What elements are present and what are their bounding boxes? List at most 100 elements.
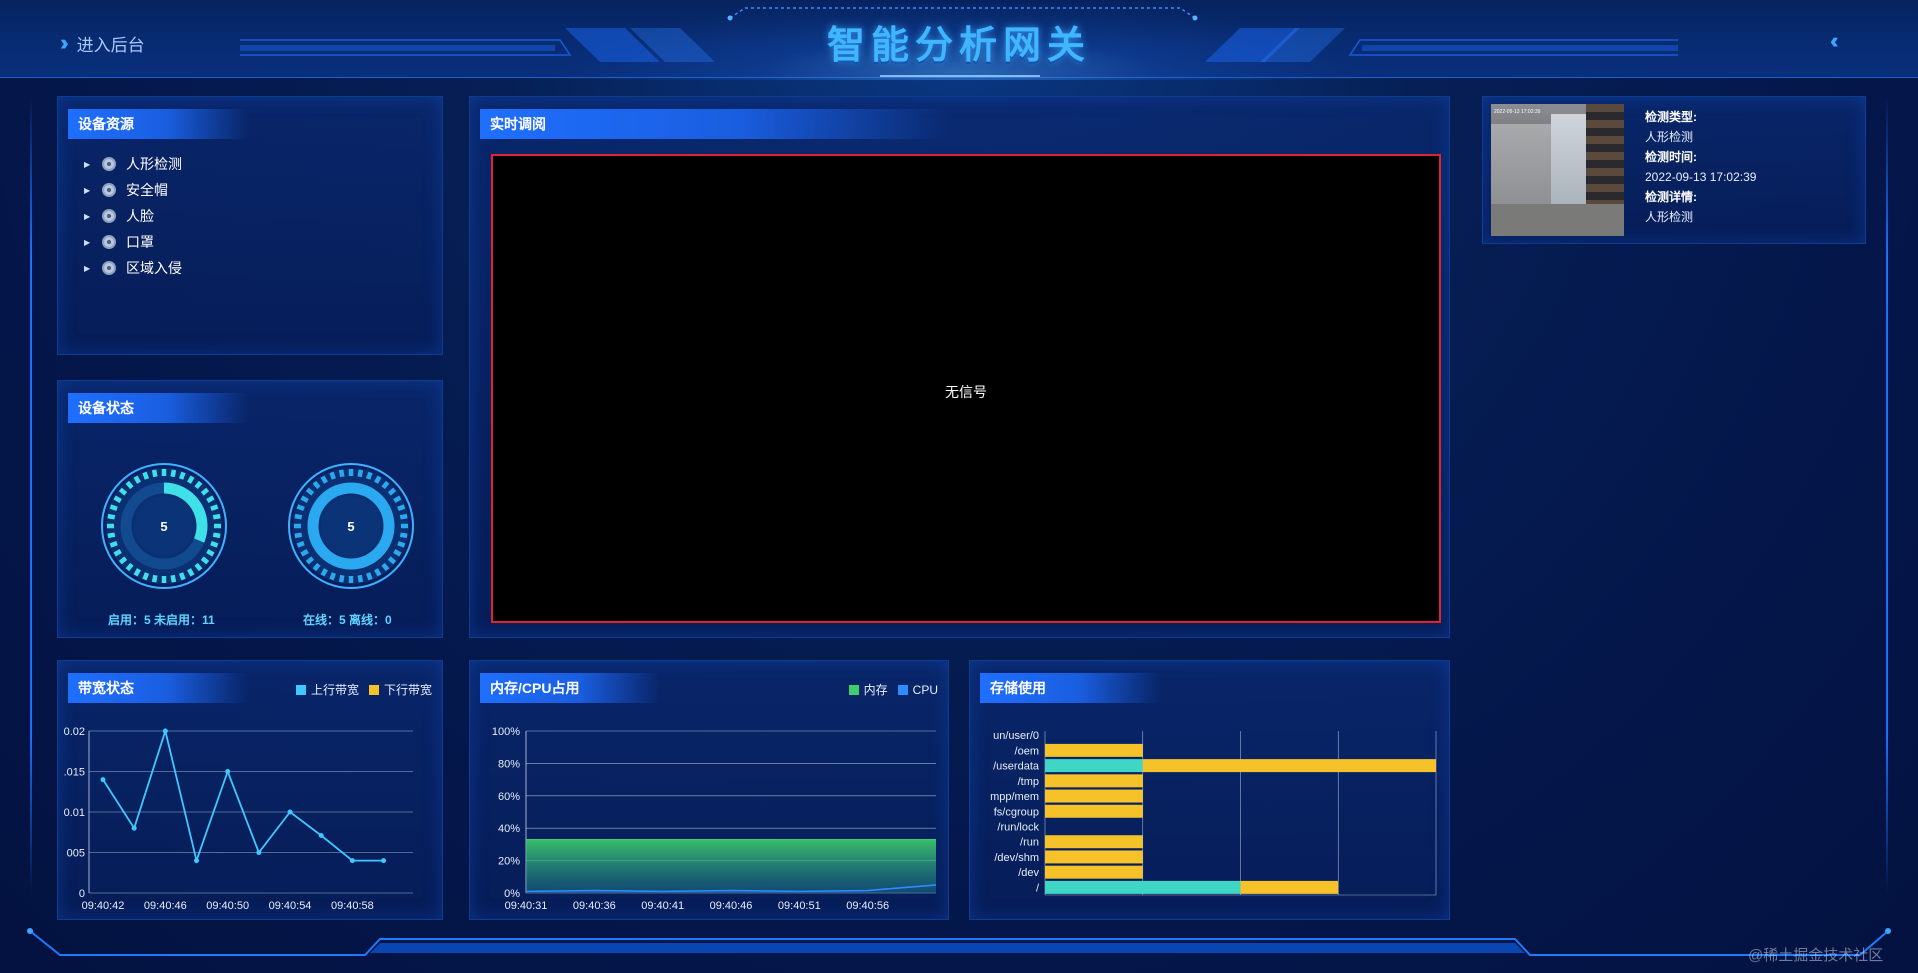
gauge-tick	[397, 540, 406, 548]
storage-bar	[1045, 865, 1143, 879]
y-tick-label: 100%	[492, 726, 520, 738]
detection-type-value: 人形检测	[1645, 130, 1694, 144]
camera-icon	[102, 235, 116, 249]
gauge-tick	[142, 471, 150, 480]
gauge-tick	[374, 568, 382, 577]
caret-right-icon[interactable]: ▶	[84, 212, 92, 221]
tree-item-area-intrusion[interactable]: ▶ 区域入侵	[84, 258, 182, 278]
gauge-tick	[393, 549, 402, 557]
video-player[interactable]: 无信号	[491, 154, 1441, 623]
caret-right-icon[interactable]: ▶	[84, 238, 92, 247]
camera-icon	[102, 157, 116, 171]
category-label: /dev/shm	[994, 852, 1039, 864]
detection-info: 检测类型: 人形检测 检测时间: 2022-09-13 17:02:39 检测详…	[1645, 107, 1756, 227]
camera-icon	[102, 183, 116, 197]
tree-item-face[interactable]: ▶ 人脸	[84, 206, 154, 226]
gauge-tick	[206, 549, 215, 557]
y-tick-label: 80%	[498, 758, 520, 770]
gauge-tick	[338, 574, 345, 583]
gauge-tick	[178, 572, 186, 581]
gauge-tick	[320, 475, 328, 484]
tree-item-label: 区域入侵	[126, 260, 182, 276]
storage-panel: 存储使用 //dev/dev/shm/run/run/lock fs/cgroup…	[969, 660, 1450, 920]
gauge-tick	[107, 532, 116, 539]
storage-bar	[1045, 759, 1143, 773]
y-tick-label: 0.01	[64, 807, 85, 819]
series-line	[102, 727, 384, 864]
mem-cpu-panel: 内存/CPU占用 内存 CPU 0% 20% 40% 60% 80% 100% 09:40:…	[469, 660, 949, 920]
gauge-tick	[133, 568, 141, 577]
gauge-tick	[357, 574, 364, 583]
x-tick-label: 09:40:36	[573, 900, 616, 912]
gauge-tick	[329, 471, 337, 480]
data-point	[194, 858, 200, 864]
gauge-tick	[109, 540, 118, 548]
gauge-tick	[296, 540, 305, 548]
tree-item-label: 口罩	[126, 234, 154, 250]
detection-snapshot[interactable]: 2022-09-13 17:02:39	[1491, 104, 1624, 236]
gauge-tick	[320, 568, 328, 577]
detection-type-key: 检测类型:	[1645, 110, 1697, 124]
caret-right-icon[interactable]: ▶	[84, 160, 92, 169]
tree-item-mask[interactable]: ▶ 口罩	[84, 232, 154, 252]
status-gauges: 5 5	[101, 463, 414, 589]
category-label: /dev	[1018, 867, 1039, 879]
no-signal-text: 无信号	[945, 384, 987, 400]
category-label: /run/lock	[997, 821, 1039, 833]
gauge-tick	[212, 513, 221, 520]
double-chevron-left-icon[interactable]: ‹‹	[1830, 28, 1838, 54]
storage-chart: / /dev/dev/shm/run/run/lock fs/cgroup mpp/m…	[990, 730, 1437, 896]
page-title: 智能分析网关	[826, 25, 1091, 67]
category-label: /oem	[1015, 745, 1039, 757]
caret-right-icon[interactable]: ▶	[84, 264, 92, 273]
device-resources-panel: 设备资源 ▶ 人形检测 ▶ 安全帽 ▶ 人脸 ▶ 口罩 ▶ 区域入侵	[57, 96, 443, 355]
gauge-tick	[365, 572, 373, 581]
x-tick-label: 09:40:41	[641, 900, 684, 912]
gauge-tick	[393, 495, 402, 503]
gauge-tick	[212, 532, 221, 539]
y-tick-label: 0%	[504, 888, 520, 900]
x-tick-label: 09:40:54	[269, 900, 312, 912]
data-point	[381, 858, 387, 864]
snapshot-floor	[1491, 204, 1624, 236]
gauge-tick	[113, 495, 122, 503]
y-tick-label: 20%	[498, 856, 520, 868]
x-tick-label: 09:40:51	[778, 900, 821, 912]
gauge-tick	[151, 574, 158, 583]
gauge-tick	[365, 471, 373, 480]
gauge-tick	[170, 469, 177, 478]
gauge-tick	[170, 574, 177, 583]
x-tick-label: 09:40:56	[846, 900, 889, 912]
y-tick-label: 0.02	[64, 726, 85, 738]
storage-bar	[1045, 880, 1241, 894]
tree-item-person-detection[interactable]: ▶ 人形检测	[84, 154, 182, 174]
gauge-tick	[109, 504, 118, 512]
back-to-admin-label: 进入后台	[76, 35, 145, 55]
gauge-tick	[187, 568, 195, 577]
storage-bar	[1142, 759, 1436, 773]
y-tick-label: 005	[67, 848, 85, 860]
tree-item-label: 安全帽	[126, 182, 168, 198]
double-chevron-right-icon: ››	[60, 30, 68, 55]
live-view-title: 实时调阅	[480, 109, 950, 139]
y-tick-label: 60%	[498, 791, 520, 803]
bandwidth-chart: 0 005 0.01 .015 0.02 09:40:42 09:40:46 09:40:50…	[64, 726, 413, 912]
x-tick-label: 09:40:31	[505, 900, 548, 912]
data-point	[318, 832, 324, 838]
tree-item-helmet[interactable]: ▶ 安全帽	[84, 180, 168, 200]
back-to-admin-link[interactable]: ›› 进入后台	[60, 30, 145, 56]
category-label: /	[1036, 882, 1040, 894]
y-tick-label: 40%	[498, 823, 520, 835]
snapshot-timestamp: 2022-09-13 17:02:39	[1494, 109, 1541, 115]
x-tick-label: 09:40:58	[331, 900, 374, 912]
caret-right-icon[interactable]: ▶	[84, 186, 92, 195]
gauge-tick	[399, 513, 408, 520]
online-gauge-caption: 在线：5 离线：0	[303, 613, 392, 627]
category-label: mpp/mem	[990, 791, 1039, 803]
device-resources-title: 设备资源	[68, 109, 248, 139]
gauge-tick	[206, 495, 215, 503]
online-gauge: 5	[288, 463, 414, 589]
data-point	[100, 777, 106, 783]
enabled-gauge-caption: 启用：5 未启用：11	[108, 613, 215, 627]
gauge-tick	[294, 532, 303, 539]
